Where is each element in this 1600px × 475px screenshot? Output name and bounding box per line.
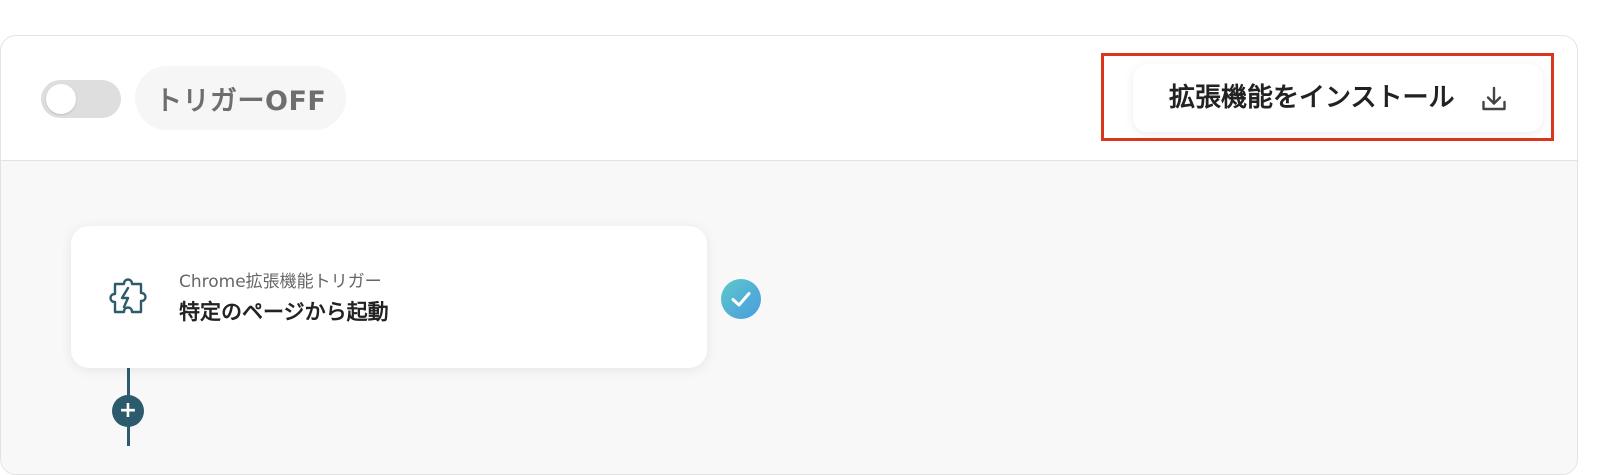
trigger-toggle[interactable] [41,80,121,118]
plus-icon: + [118,398,138,423]
flow-editor-panel: トリガーOFF 拡張機能をインストール + Chrome拡張機能トリガー 特定の… [0,35,1578,475]
trigger-node-type: Chrome拡張機能トリガー [179,272,382,292]
trigger-status-label: トリガーOFF [135,66,347,130]
node-status-badge [721,279,761,319]
puzzle-piece-icon [109,278,147,314]
install-extension-button[interactable]: 拡張機能をインストール [1133,64,1543,132]
toggle-knob [46,84,76,114]
install-extension-label: 拡張機能をインストール [1169,83,1455,113]
trigger-node-title: 特定のページから起動 [179,300,389,324]
flow-canvas: + Chrome拡張機能トリガー 特定のページから起動 [1,161,1577,474]
check-icon [731,292,751,307]
trigger-node-card[interactable]: Chrome拡張機能トリガー 特定のページから起動 [71,226,707,368]
download-icon [1482,86,1506,111]
flow-header: トリガーOFF 拡張機能をインストール [1,36,1577,161]
add-step-button[interactable]: + [112,395,144,427]
